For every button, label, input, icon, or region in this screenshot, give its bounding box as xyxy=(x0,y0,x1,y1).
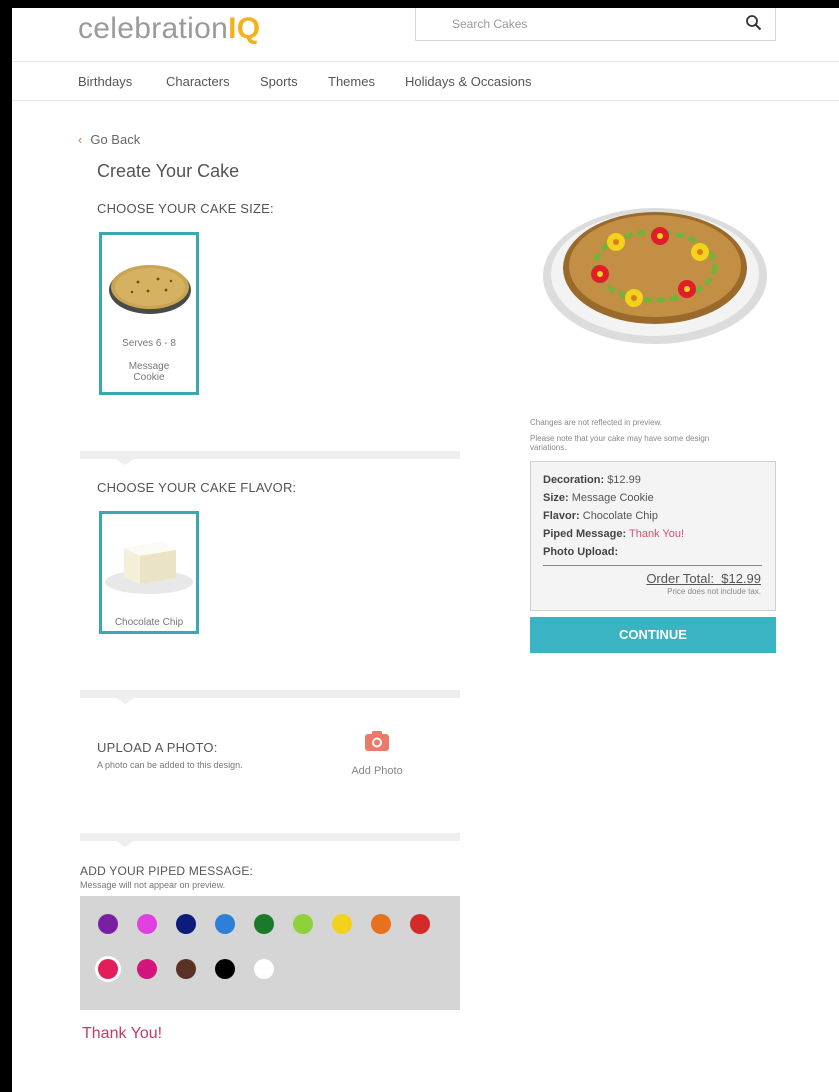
color-swatch[interactable] xyxy=(215,914,235,934)
flavor-name: Chocolate Chip xyxy=(114,617,184,628)
cake-preview-image xyxy=(543,208,767,344)
go-back-label: Go Back xyxy=(90,132,141,147)
chevron-left-icon: ‹ xyxy=(78,132,83,147)
summary-flavor: Flavor: Chocolate Chip xyxy=(543,510,658,522)
color-swatch[interactable] xyxy=(137,914,157,934)
color-swatch[interactable] xyxy=(176,914,196,934)
message-section-label: ADD YOUR PIPED MESSAGE: xyxy=(80,864,254,878)
summary-photo-upload: Photo Upload: xyxy=(543,546,619,558)
nav-item-characters[interactable]: Characters xyxy=(166,74,230,89)
nav-item-holidays-occasions[interactable]: Holidays & Occasions xyxy=(405,74,531,89)
size-serves: Serves 6 - 8 xyxy=(122,338,176,349)
cake-slice-thumbnail xyxy=(105,542,193,594)
search-icon[interactable] xyxy=(745,14,763,32)
photo-section-sub: A photo can be added to this design. xyxy=(97,760,243,770)
section-divider xyxy=(80,690,460,704)
summary-size: Size: Message Cookie xyxy=(543,492,654,504)
color-swatch[interactable] xyxy=(98,959,118,979)
go-back-link[interactable]: ‹ Go Back xyxy=(78,132,140,147)
flavor-section-label: CHOOSE YOUR CAKE FLAVOR: xyxy=(97,480,297,495)
size-name-line2: Cookie xyxy=(133,372,165,383)
photo-section-label: UPLOAD A PHOTO: xyxy=(97,740,218,755)
size-section-label: CHOOSE YOUR CAKE SIZE: xyxy=(97,201,274,216)
continue-button[interactable]: CONTINUE xyxy=(530,617,776,653)
preview-note: Changes are not reflected in preview. xyxy=(530,418,663,427)
tax-note: Price does not include tax. xyxy=(667,587,761,596)
color-swatch[interactable] xyxy=(254,914,274,934)
add-photo-label: Add Photo xyxy=(351,765,403,777)
logo-text: celebration xyxy=(78,12,229,45)
color-swatch[interactable] xyxy=(332,914,352,934)
logo[interactable]: celebrationIQ xyxy=(78,12,260,46)
page-title: Create Your Cake xyxy=(97,161,240,181)
page-frame: celebrationIQ Birthdays Characters Sport… xyxy=(12,8,839,1092)
piped-message-input[interactable] xyxy=(82,1020,462,1048)
logo-accent: IQ xyxy=(228,12,261,45)
cookie-thumbnail xyxy=(109,265,191,314)
variation-note-line1: Please note that your cake may have some… xyxy=(530,434,710,443)
color-swatch-panel xyxy=(80,896,460,1010)
color-swatch[interactable] xyxy=(371,914,391,934)
color-swatch[interactable] xyxy=(215,959,235,979)
summary-piped-message: Piped Message: Thank You! xyxy=(543,528,685,540)
section-divider xyxy=(80,451,460,465)
nav-item-birthdays[interactable]: Birthdays xyxy=(78,74,132,89)
category-nav: Birthdays Characters Sports Themes Holid… xyxy=(12,61,839,101)
color-swatch[interactable] xyxy=(137,959,157,979)
size-name-line1: Message xyxy=(128,361,170,372)
nav-item-themes[interactable]: Themes xyxy=(328,74,375,89)
summary-decoration: Decoration: $12.99 xyxy=(543,474,641,486)
color-swatch[interactable] xyxy=(410,914,430,934)
order-summary: Decoration: $12.99 Size: Message Cookie … xyxy=(530,461,776,611)
camera-icon xyxy=(365,731,389,751)
color-swatch[interactable] xyxy=(176,959,196,979)
flavor-option-chocolate-chip[interactable]: Chocolate Chip xyxy=(99,511,199,634)
color-swatch[interactable] xyxy=(254,959,274,979)
message-section-sub: Message will not appear on preview. xyxy=(80,880,226,890)
search-input[interactable] xyxy=(422,12,722,36)
nav-item-sports[interactable]: Sports xyxy=(260,74,298,89)
color-swatch[interactable] xyxy=(293,914,313,934)
section-divider xyxy=(80,833,460,847)
add-photo-button[interactable]: Add Photo xyxy=(342,730,412,777)
summary-divider xyxy=(543,565,762,566)
variation-note-line2: variations. xyxy=(530,443,567,452)
search-box xyxy=(415,8,776,41)
color-swatch[interactable] xyxy=(98,914,118,934)
order-total: Order Total: $12.99 xyxy=(646,571,761,586)
size-option-message-cookie[interactable]: Serves 6 - 8 Message Cookie xyxy=(99,232,199,395)
